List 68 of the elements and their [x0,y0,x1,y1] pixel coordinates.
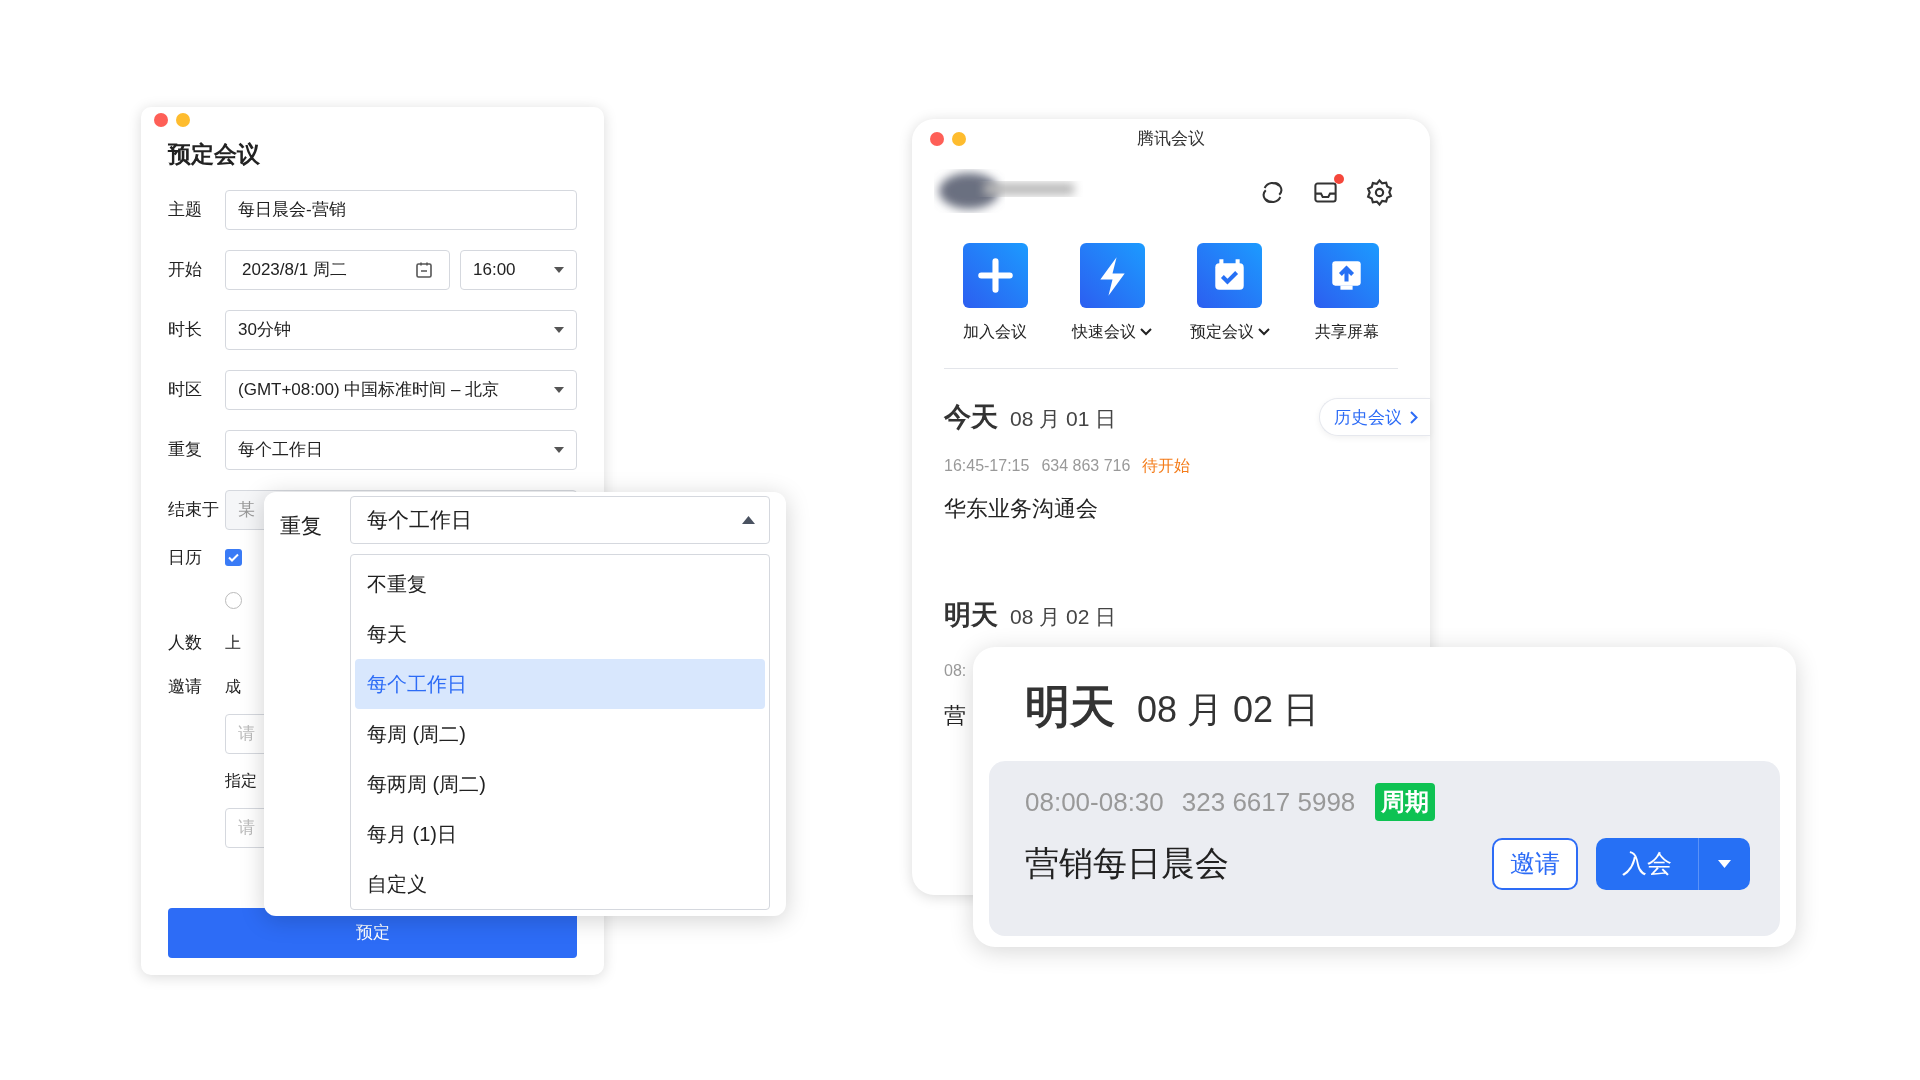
caret-icon [554,446,564,453]
meeting-time: 08: [944,661,967,681]
meeting-title: 营 [944,702,966,730]
lightning-icon[interactable] [1079,243,1145,308]
history-button[interactable]: 历史会议 [1319,398,1430,437]
invite-button[interactable]: 邀请 [1492,837,1578,890]
caret-icon [554,266,564,273]
dropdown-option[interactable]: 每个工作日 [355,659,765,709]
meeting-id: 634 863 716 [1041,455,1131,476]
meeting-time: 16:45-17:15 [944,455,1030,476]
action-label[interactable]: 共享屏幕 [1315,320,1379,344]
input-field[interactable]: 每日晨会-营销 [225,189,577,230]
date-text: 08 月 02 日 [1010,603,1117,630]
select-field[interactable]: 每个工作日 [225,429,577,470]
row-text: 指定 [225,770,257,791]
day-heading: 明天 [944,598,998,632]
field-label: 时长 [168,318,203,341]
day-heading: 今天 [944,401,998,434]
date-field[interactable]: 2023/8/1 周二 [225,249,450,290]
caret-icon [554,326,564,333]
chevron-down-icon [1257,328,1270,336]
plus-icon[interactable] [962,243,1028,308]
field-label: 时区 [168,378,203,401]
row-text: 成 [225,676,241,697]
dropdown-option[interactable]: 每两周 (周二) [355,759,765,809]
chevron-down-icon [1140,328,1153,336]
day-heading: 明天 [1025,680,1115,734]
field-label: 人数 [168,631,203,654]
screen-upload-icon[interactable] [1314,243,1380,308]
checkmark-icon [228,553,239,562]
recurring-tag: 周期 [1375,783,1436,821]
field-label: 主题 [168,198,203,221]
dropdown-option[interactable]: 自定义 [355,859,765,909]
dropdown-option[interactable]: 每天 [355,609,765,659]
caret-icon [554,386,564,393]
select-field[interactable]: (GMT+08:00) 中国标准时间 – 北京 [225,369,577,410]
meeting-title: 华东业务沟通会 [943,494,1099,523]
field-label: 邀请 [168,675,203,698]
field-label: 重复 [168,438,203,461]
action-label[interactable]: 预定会议 [1189,320,1270,344]
window-title: 腾讯会议 [1137,128,1205,151]
dropdown-option[interactable]: 每周 (周二) [355,709,765,759]
calendar-icon [415,260,433,279]
row-text: 上 [225,632,241,653]
status-text: 待开始 [1142,455,1191,476]
select-field[interactable]: 30分钟 [225,309,577,350]
settings-icon[interactable] [1365,177,1394,207]
date-text: 08 月 02 日 [1137,688,1320,732]
meeting-title: 营销每日晨会 [1025,843,1229,884]
dropdown-option[interactable]: 每月 (1)日 [355,809,765,859]
window-title: 预定会议 [168,140,261,169]
date-text: 08 月 01 日 [1010,406,1117,432]
chevron-right-icon [1410,410,1418,424]
meeting-id: 323 6617 5998 [1181,785,1356,819]
caret-icon [1718,859,1731,868]
dropdown-option[interactable]: 不重复 [355,559,765,609]
meeting-time: 08:00-08:30 [1025,785,1164,819]
action-label[interactable]: 快速会议 [1072,320,1153,344]
action-label[interactable]: 加入会议 [963,320,1027,344]
field-label: 重复 [280,513,323,539]
field-label: 开始 [168,258,203,281]
time-select[interactable]: 16:00 [460,249,577,290]
select-field[interactable]: 每个工作日 [350,496,770,544]
checkbox[interactable] [225,549,242,566]
calendar-check-icon[interactable] [1197,243,1263,308]
caret-icon [742,516,755,524]
field-label: 日历 [168,546,203,569]
field-label: 结束于 [168,498,220,521]
